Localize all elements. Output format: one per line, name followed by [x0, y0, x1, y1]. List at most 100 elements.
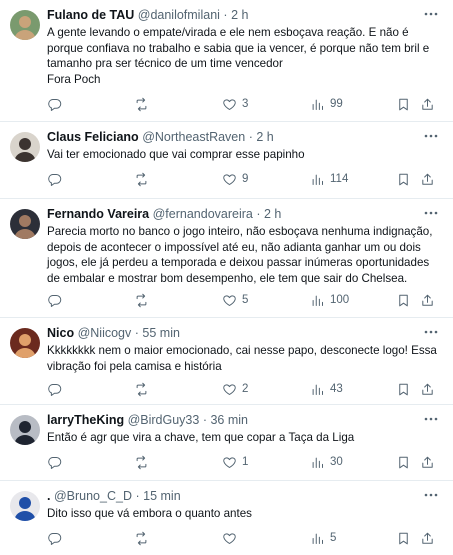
author-name[interactable]: larryTheKing	[47, 413, 124, 427]
avatar[interactable]	[10, 415, 40, 445]
timestamp[interactable]: 2 h	[256, 130, 273, 144]
reply-button[interactable]	[47, 453, 67, 471]
bookmark-icon	[396, 382, 411, 397]
share-icon	[420, 382, 435, 397]
author-name[interactable]: .	[47, 489, 50, 503]
separator-dot: ·	[134, 326, 139, 340]
reply-button[interactable]	[47, 529, 67, 547]
bookmark-button[interactable]	[396, 453, 411, 471]
like-icon	[222, 531, 237, 546]
like-button[interactable]: 9	[222, 170, 248, 188]
like-button[interactable]: 3	[222, 95, 248, 113]
separator-dot: ·	[248, 130, 253, 144]
bookmark-icon	[396, 97, 411, 112]
like-icon	[222, 455, 237, 470]
views-button[interactable]: 43	[310, 380, 343, 398]
views-count: 30	[330, 456, 343, 468]
views-count: 100	[330, 294, 350, 306]
bookmark-button[interactable]	[396, 170, 411, 188]
retweet-button[interactable]	[134, 529, 154, 547]
reply-button[interactable]	[47, 95, 67, 113]
author-handle[interactable]: @NortheastRaven	[142, 130, 245, 144]
tweet-text: Kkkkkkkk nem o maior emocionado, cai nes…	[47, 343, 439, 374]
tweet-text: Parecia morto no banco o jogo inteiro, n…	[47, 224, 439, 286]
bookmark-icon	[396, 455, 411, 470]
views-button[interactable]: 5	[310, 529, 336, 547]
avatar[interactable]	[10, 328, 40, 358]
avatar[interactable]	[10, 132, 40, 162]
reply-icon	[47, 455, 62, 470]
like-button[interactable]: 2	[222, 380, 248, 398]
like-button[interactable]	[222, 529, 242, 547]
share-button[interactable]	[420, 170, 435, 188]
views-count: 99	[330, 98, 343, 110]
bookmark-button[interactable]	[396, 95, 411, 113]
share-button[interactable]	[420, 453, 435, 471]
retweet-button[interactable]	[134, 95, 154, 113]
avatar[interactable]	[10, 10, 40, 40]
bookmark-button[interactable]	[396, 380, 411, 398]
views-count: 43	[330, 383, 343, 395]
share-button[interactable]	[420, 380, 435, 398]
tweet: Nico @Niicogv · 55 min Kkkkkkkk nem o mai…	[0, 318, 453, 405]
share-button[interactable]	[420, 529, 435, 547]
more-options-icon[interactable]	[423, 411, 439, 427]
views-button[interactable]: 99	[310, 95, 343, 113]
like-count: 2	[242, 383, 249, 395]
author-handle[interactable]: @Bruno_C_D	[54, 489, 132, 503]
like-count: 1	[242, 456, 249, 468]
tweet-actions: 9 114	[47, 170, 437, 188]
bookmark-button[interactable]	[396, 529, 411, 547]
like-icon	[222, 97, 237, 112]
author-handle[interactable]: @fernandovareira	[153, 207, 253, 221]
more-options-icon[interactable]	[423, 205, 439, 221]
reply-button[interactable]	[47, 291, 67, 309]
retweet-button[interactable]	[134, 291, 154, 309]
views-button[interactable]: 30	[310, 453, 343, 471]
author-name[interactable]: Fernando Vareira	[47, 207, 149, 221]
timestamp[interactable]: 15 min	[143, 489, 181, 503]
retweet-icon	[134, 97, 149, 112]
timestamp[interactable]: 2 h	[264, 207, 281, 221]
author-handle[interactable]: @Niicogv	[78, 326, 132, 340]
timestamp[interactable]: 36 min	[210, 413, 248, 427]
share-icon	[420, 97, 435, 112]
author-name[interactable]: Fulano de TAU	[47, 8, 134, 22]
tweet-feed: Fulano de TAU @danilofmilani · 2 h A gent…	[0, 0, 453, 555]
tweet-text-line: Vai ter emocionado que vai comprar esse …	[47, 148, 305, 161]
more-options-icon[interactable]	[423, 128, 439, 144]
retweet-button[interactable]	[134, 453, 154, 471]
retweet-button[interactable]	[134, 170, 154, 188]
more-options-icon[interactable]	[423, 324, 439, 340]
share-button[interactable]	[420, 291, 435, 309]
tweet-actions: 2 43	[47, 380, 437, 398]
views-icon	[310, 172, 325, 187]
more-options-icon[interactable]	[423, 487, 439, 503]
tweet-text-line: A gente levando o empate/virada e ele ne…	[47, 26, 409, 39]
views-button[interactable]: 114	[310, 170, 348, 188]
reply-button[interactable]	[47, 170, 67, 188]
like-button[interactable]: 5	[222, 291, 248, 309]
author-handle[interactable]: @danilofmilani	[138, 8, 220, 22]
like-count: 3	[242, 98, 249, 110]
like-button[interactable]: 1	[222, 453, 248, 471]
timestamp[interactable]: 2 h	[231, 8, 248, 22]
bookmark-button[interactable]	[396, 291, 411, 309]
avatar[interactable]	[10, 209, 40, 239]
author-name[interactable]: Claus Feliciano	[47, 130, 139, 144]
views-button[interactable]: 100	[310, 291, 349, 309]
author-name[interactable]: Nico	[47, 326, 74, 340]
avatar[interactable]	[10, 491, 40, 521]
retweet-icon	[134, 293, 149, 308]
tweet: larryTheKing @BirdGuy33 · 36 min Então é …	[0, 405, 453, 481]
tweet-text: Então é agr que vira a chave, tem que co…	[47, 430, 439, 446]
author-handle[interactable]: @BirdGuy33	[128, 413, 200, 427]
share-button[interactable]	[420, 95, 435, 113]
tweet-text-line: Fora Poch	[47, 72, 101, 86]
tweet-text-line: vibração foi pela camisa e história	[47, 359, 222, 373]
tweet-actions: 3 99	[47, 95, 437, 113]
retweet-button[interactable]	[134, 380, 154, 398]
reply-button[interactable]	[47, 380, 67, 398]
more-options-icon[interactable]	[423, 6, 439, 22]
timestamp[interactable]: 55 min	[142, 326, 180, 340]
